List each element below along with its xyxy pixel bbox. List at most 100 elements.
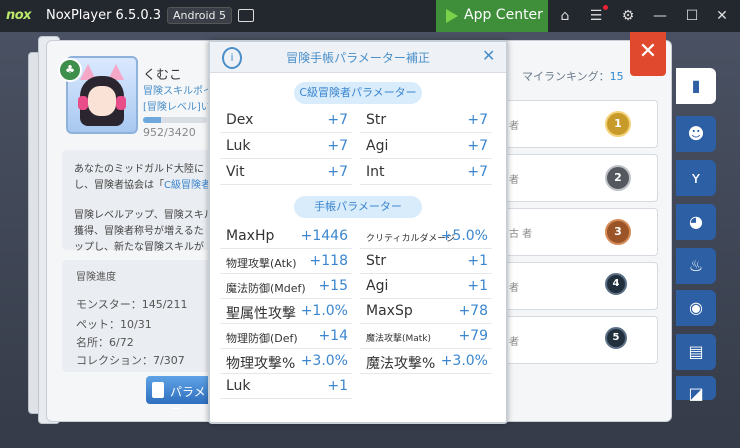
maximize-icon[interactable]: ☐ [684,8,700,24]
param-name: Str [366,112,387,128]
rank-badge-icon: 4 [605,273,627,295]
close-icon[interactable]: ✕ [482,46,495,65]
screen-icon[interactable] [238,9,254,22]
popup-header: i 冒険手帳パラメーター補正 ✕ [210,42,506,73]
param-cell: Int +7 [360,160,492,185]
adventure-level-label: [冒険レベル]い [143,102,211,113]
tab-chef-icon[interactable]: ♨ [676,248,716,284]
param-value: +1.0% [300,303,348,319]
tab-book-icon[interactable]: ▮ [676,68,716,104]
param-value: +3.0% [440,353,488,369]
ranking-row[interactable]: 古 者 3 [504,208,658,256]
parameter-button[interactable]: パラメー [146,376,216,416]
param-value: +14 [318,328,348,344]
desc-line: し、冒険者協会は「 [74,180,164,191]
param-cell: MaxSp +78 [360,299,492,324]
param-value: +7 [327,138,348,154]
exp-text: 952/3420 [143,126,196,139]
tab-pet-icon[interactable]: ◕ [676,204,716,240]
param-cell: Vit +7 [220,160,352,185]
minimize-icon[interactable]: — [652,8,668,24]
param-cell: 魔法防御(Mdef) +15 [220,274,352,299]
param-cell: 物理攻撃% +3.0% [220,349,352,374]
exp-bar [143,117,207,123]
ranking-row-label: 者 [509,337,519,348]
progress-item: モンスター：145/211 [76,298,188,311]
rank-badge-icon: 5 [605,327,627,349]
param-cell: 物理攻撃(Atk) +118 [220,249,352,274]
desc-line: 獲得、冒険者称号が増えるた [74,226,204,237]
section-header-book-params: 手帳パラメーター [294,196,422,218]
book-icon [152,382,164,398]
param-cell: Agi +7 [360,134,492,159]
param-value: +7 [327,164,348,180]
tab-horns-icon[interactable]: ʏ [676,160,716,196]
param-name: Vit [226,164,245,180]
close-icon[interactable]: ✕ [714,8,730,24]
bronze-medal-icon: 3 [605,219,631,245]
param-cell: 物理防御(Def) +14 [220,324,352,349]
headphone-icon [116,96,126,110]
param-value: +15 [318,278,348,294]
skill-point-label: 冒険スキルポイ [143,86,213,97]
tab-collection-icon[interactable]: ▤ [676,334,716,370]
param-value: +7 [467,164,488,180]
tab-location-icon[interactable]: ◉ [676,290,716,326]
description-text-2: 冒険レベルアップ、冒険スキル 獲得、冒険者称号が増えるた ップし、新たな冒険スキ… [74,208,214,256]
desc-line: 冒険レベルアップ、冒険スキル [74,210,214,221]
desc-line: あなたのミッドガルド大陸に [74,164,204,175]
emulator-titlebar: nox NoxPlayer 6.5.0.3 Android 5 App Cent… [0,0,740,32]
desc-line: ップし、新たな冒険スキルが [74,242,204,253]
param-cell: 魔法攻撃% +3.0% [360,349,492,374]
gear-icon[interactable]: ⚙ [620,8,636,24]
param-value: +118 [309,253,348,269]
nox-logo: nox [6,8,32,23]
param-value: +1 [467,278,488,294]
param-name: 物理防御(Def) [226,332,298,345]
param-name: Luk [226,378,251,394]
close-book-button[interactable]: ✕ [630,32,666,76]
tab-extra-icon[interactable]: ◪ [676,376,716,403]
parameter-popup: i 冒険手帳パラメーター補正 ✕ C級冒険者パラメーター Dex +7 Str +7 L… [208,40,508,424]
param-name: 物理攻撃% [226,356,296,372]
ranking-row[interactable]: 者5 [504,316,658,364]
param-value: +1 [467,253,488,269]
player-name: くむこ [143,68,183,83]
param-name: MaxSp [366,303,413,319]
param-name: 物理攻撃(Atk) [226,257,297,270]
rank-highlight: C級冒険者 [164,180,211,191]
ranking-row[interactable]: 者1 [504,100,658,148]
param-cell: Luk +7 [220,134,352,159]
ranking-row-label: 者 [509,175,519,186]
notification-dot [603,5,608,10]
param-name: MaxHp [226,228,275,244]
ranking-label: マイランキング： [522,70,610,83]
param-value: +7 [327,112,348,128]
param-name: 魔法防御(Mdef) [226,282,306,295]
progress-item: 名所：6/72 [76,336,134,349]
param-cell: Str +1 [360,249,492,274]
progress-item: ペット：10/31 [76,318,152,331]
param-value: +1446 [300,228,348,244]
ranking-row[interactable]: 者2 [504,154,658,202]
shirt-icon[interactable]: ⌂ [557,8,573,24]
ranking-row[interactable]: 者4 [504,262,658,310]
progress-label: 冒険進度 [76,272,116,283]
param-name: Dex [226,112,254,128]
android-version-badge: Android 5 [167,7,233,24]
menu-icon[interactable]: ☰ [588,8,604,24]
param-cell: 魔法攻撃(Matk) +79 [360,324,492,349]
param-name: Luk [226,138,251,154]
app-center-button[interactable]: App Center [436,0,548,32]
progress-item: コレクション：7/307 [76,354,185,367]
param-cell: Luk +1 [220,374,352,399]
section-header-rank-params: C級冒険者パラメーター [294,82,422,104]
param-name: Int [366,164,385,180]
param-cell: Agi +1 [360,274,492,299]
tab-monster-icon[interactable]: ☻ [676,116,716,152]
param-cell: MaxHp +1446 [220,224,352,249]
play-store-icon [446,9,458,23]
param-value: +78 [458,303,488,319]
param-value: +7 [467,138,488,154]
popup-title: 冒険手帳パラメーター補正 [286,51,430,65]
